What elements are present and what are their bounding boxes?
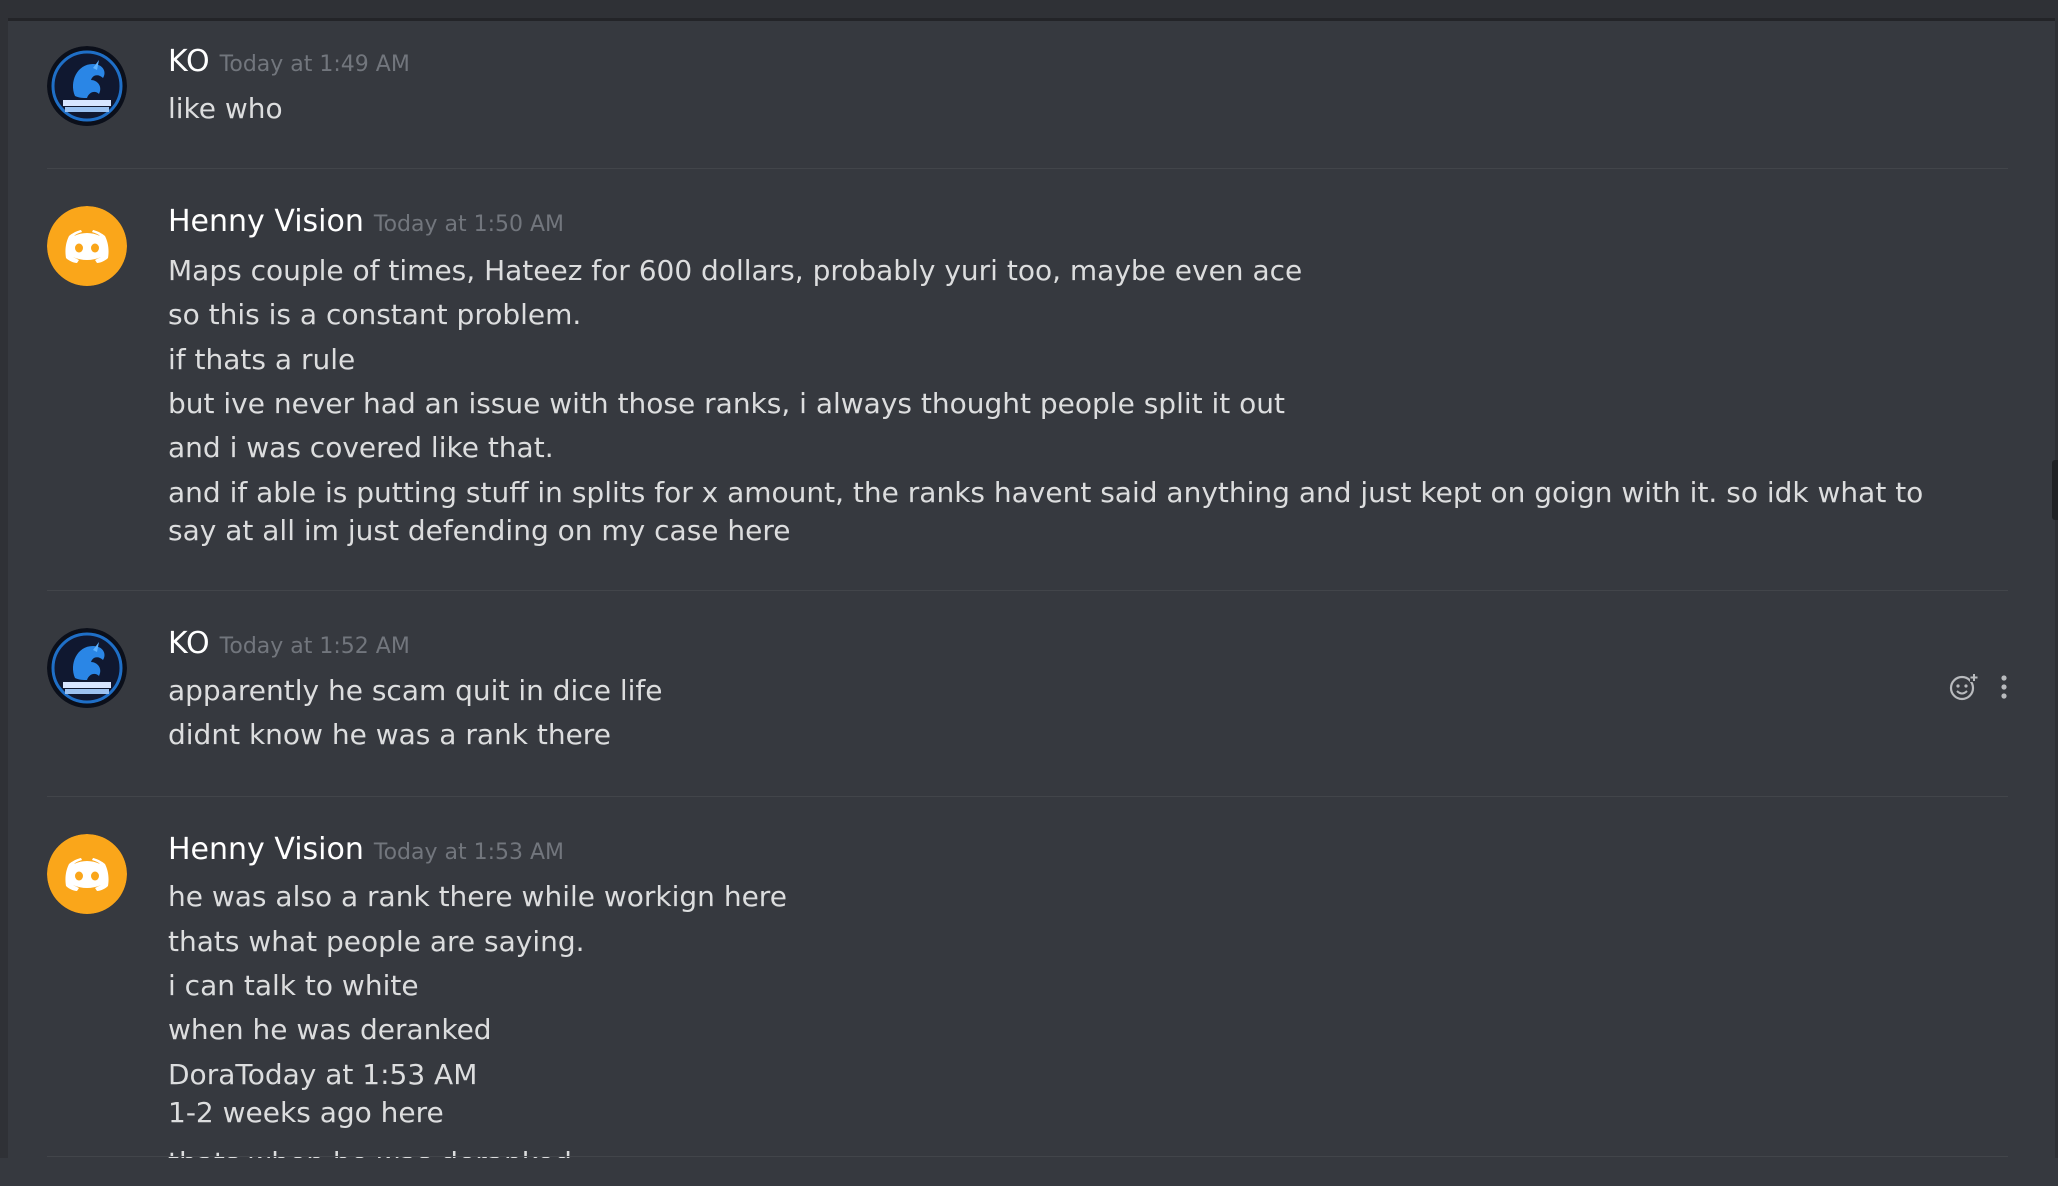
message-text: 1-2 weeks ago here — [168, 1096, 444, 1129]
message-divider — [47, 168, 2008, 169]
message-timestamp: Today at 1:50 AM — [373, 212, 565, 237]
message-text: he was also a rank there while workign h… — [168, 880, 787, 913]
message-timestamp: Today at 1:49 AM — [219, 52, 410, 77]
bottom-area — [0, 1158, 2058, 1186]
dragon-logo-avatar[interactable] — [47, 628, 127, 708]
message-text: but ive never had an issue with those ra… — [168, 387, 1286, 420]
message-text: if thats a rule — [168, 343, 356, 376]
message-divider — [47, 796, 2008, 797]
author-name[interactable]: KO — [168, 626, 210, 661]
message-text: like who — [168, 92, 283, 125]
message-text: and i was covered like that. — [168, 431, 554, 464]
message-text: thats what people are saying. — [168, 925, 585, 958]
dragon-logo-avatar[interactable] — [47, 46, 127, 126]
message-text: DoraToday at 1:53 AM — [168, 1058, 478, 1091]
discord-default-avatar[interactable] — [47, 834, 127, 914]
message-author[interactable]: KO Today at 1:49 AM — [168, 44, 410, 79]
author-name[interactable]: Henny Vision — [168, 204, 364, 239]
message-text: and if able is putting stuff in splits f… — [168, 476, 1924, 547]
author-name[interactable]: Henny Vision — [168, 832, 364, 867]
message-author[interactable]: Henny Vision Today at 1:50 AM — [168, 204, 564, 239]
message-actions — [1948, 672, 2008, 706]
add-reaction-icon[interactable] — [1948, 672, 1978, 706]
message-text: apparently he scam quit in dice life — [168, 674, 663, 707]
message-divider — [47, 590, 2008, 591]
discord-default-avatar[interactable] — [47, 206, 127, 286]
more-options-icon[interactable] — [2000, 674, 2008, 704]
message-text: didnt know he was a rank there — [168, 718, 611, 751]
message-timestamp: Today at 1:52 AM — [219, 634, 410, 659]
message-text: when he was deranked — [168, 1013, 492, 1046]
message-author[interactable]: Henny Vision Today at 1:53 AM — [168, 832, 564, 867]
message-divider — [47, 1156, 2008, 1157]
message-text: i can talk to white — [168, 969, 419, 1002]
author-name[interactable]: KO — [168, 44, 210, 79]
message-text: Maps couple of times, Hateez for 600 dol… — [168, 254, 1303, 287]
message-author[interactable]: KO Today at 1:52 AM — [168, 626, 410, 661]
message-text: so this is a constant problem. — [168, 298, 582, 331]
message-list: KO Today at 1:49 AM like who Henny Vision… — [0, 18, 2058, 1158]
message-timestamp: Today at 1:53 AM — [373, 840, 565, 865]
